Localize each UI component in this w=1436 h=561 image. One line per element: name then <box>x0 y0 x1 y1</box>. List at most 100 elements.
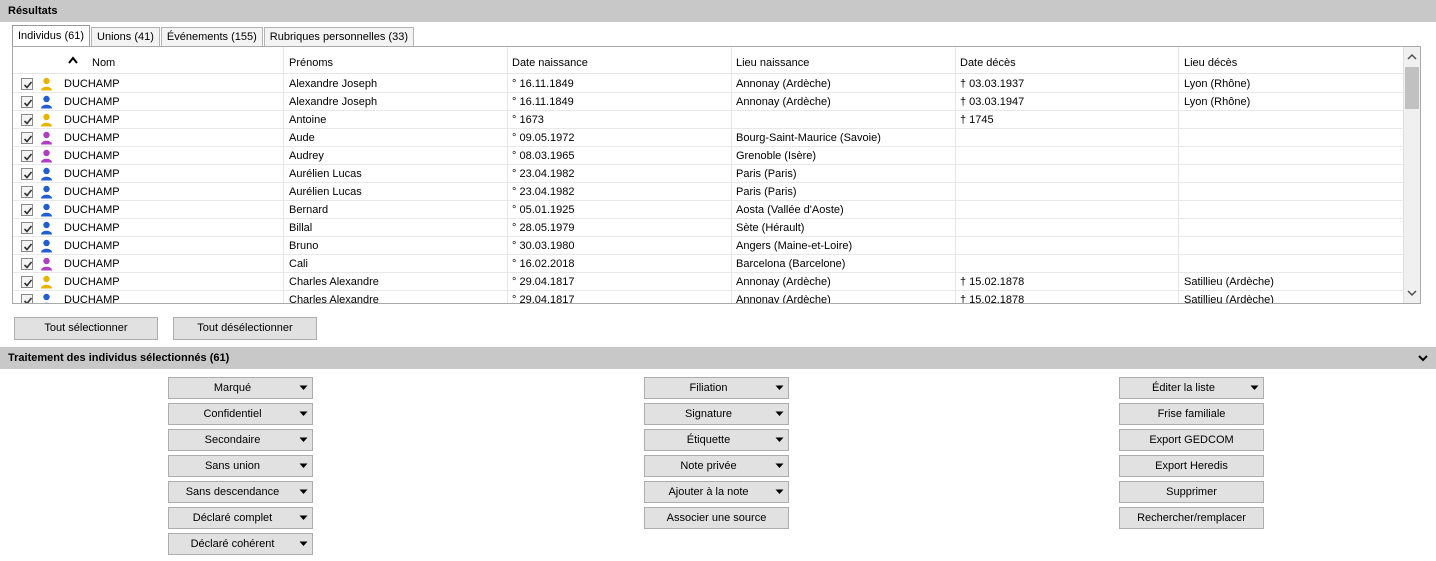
tab-individus[interactable]: Individus (61) <box>12 25 91 46</box>
cell-date-naissance: ° 09.05.1972 <box>512 132 575 144</box>
cell-lieu-naissance: Aosta (Vallée d'Aoste) <box>736 204 844 216</box>
cell-nom: DUCHAMP <box>64 132 120 144</box>
column-header-date-deces[interactable]: Date décès <box>960 57 1016 69</box>
table-row[interactable]: DUCHAMP Charles Alexandre ° 29.04.1817 Anno… <box>13 273 1403 291</box>
checkmark-icon <box>23 225 33 233</box>
cell-nom: DUCHAMP <box>64 222 120 234</box>
cell-nom: DUCHAMP <box>64 96 120 108</box>
person-male-icon <box>40 239 53 253</box>
signature-dropdown[interactable]: Signature <box>644 403 789 425</box>
supprimer-button[interactable]: Supprimer <box>1119 481 1264 503</box>
cell-nom: DUCHAMP <box>64 150 120 162</box>
row-checkbox[interactable] <box>21 132 33 144</box>
cell-lieu-naissance: Paris (Paris) <box>736 168 797 180</box>
deselect-all-button[interactable]: Tout désélectionner <box>173 317 317 340</box>
rechercher-remplacer-button[interactable]: Rechercher/remplacer <box>1119 507 1264 529</box>
note-privee-dropdown[interactable]: Note privée <box>644 455 789 477</box>
tab-evenements[interactable]: Événements (155) <box>160 27 263 47</box>
row-checkbox[interactable] <box>21 222 33 234</box>
row-checkbox[interactable] <box>21 168 33 180</box>
confidentiel-dropdown[interactable]: Confidentiel <box>168 403 313 425</box>
associer-une-source-button[interactable]: Associer une source <box>644 507 789 529</box>
button-label: Secondaire <box>204 434 261 446</box>
table-row[interactable]: DUCHAMP Bruno ° 30.03.1980 Angers (Maine-et… <box>13 237 1403 255</box>
marque-dropdown[interactable]: Marqué <box>168 377 313 399</box>
sort-ascending-icon[interactable] <box>68 56 78 64</box>
cell-date-naissance: ° 08.03.1965 <box>512 150 575 162</box>
row-checkbox[interactable] <box>21 204 33 216</box>
cell-lieu-deces: Lyon (Rhône) <box>1184 96 1251 108</box>
column-header-lieu-naissance[interactable]: Lieu naissance <box>736 57 809 69</box>
cell-date-naissance: ° 28.05.1979 <box>512 222 575 234</box>
sans-descendance-dropdown[interactable]: Sans descendance <box>168 481 313 503</box>
scroll-down-icon[interactable] <box>1407 289 1417 297</box>
button-label: Frise familiale <box>1157 408 1226 420</box>
tab-unions[interactable]: Unions (41) <box>91 27 160 47</box>
cell-prenoms: Cali <box>289 258 308 270</box>
row-checkbox[interactable] <box>21 96 33 108</box>
declare-complet-dropdown[interactable]: Déclaré complet <box>168 507 313 529</box>
editer-la-liste-dropdown[interactable]: Éditer la liste <box>1119 377 1264 399</box>
checkmark-icon <box>23 171 33 179</box>
vertical-scrollbar[interactable] <box>1403 47 1420 303</box>
cell-date-naissance: ° 30.03.1980 <box>512 240 575 252</box>
export-gedcom-button[interactable]: Export GEDCOM <box>1119 429 1264 451</box>
table-row[interactable]: DUCHAMP Aurélien Lucas ° 23.04.1982 Paris (… <box>13 165 1403 183</box>
dropdown-arrow-icon <box>775 489 784 494</box>
ajouter-a-la-note-dropdown[interactable]: Ajouter à la note <box>644 481 789 503</box>
table-row[interactable]: DUCHAMP Alexandre Joseph ° 16.11.1849 Annon… <box>13 93 1403 111</box>
table-row[interactable]: DUCHAMP Charles Alexandre ° 29.04.1817 Anno… <box>13 291 1403 303</box>
cell-date-deces: † 1745 <box>960 114 994 126</box>
secondaire-dropdown[interactable]: Secondaire <box>168 429 313 451</box>
row-checkbox[interactable] <box>21 78 33 90</box>
column-header-lieu-deces[interactable]: Lieu décès <box>1184 57 1237 69</box>
cell-date-naissance: ° 16.11.1849 <box>512 96 574 108</box>
column-header-nom[interactable]: Nom <box>92 57 115 69</box>
column-header-prenoms[interactable]: Prénoms <box>289 57 333 69</box>
button-label: Marqué <box>213 382 252 394</box>
dropdown-arrow-icon <box>1250 385 1259 390</box>
declare-coherent-dropdown[interactable]: Déclaré cohérent <box>168 533 313 555</box>
table-row[interactable]: DUCHAMP Audrey ° 08.03.1965 Grenoble (Isère… <box>13 147 1403 165</box>
chevron-down-icon[interactable] <box>1418 353 1428 363</box>
column-header-date-naissance[interactable]: Date naissance <box>512 57 588 69</box>
button-label: Signature <box>684 408 733 420</box>
select-all-button[interactable]: Tout sélectionner <box>14 317 158 340</box>
button-label: Déclaré cohérent <box>190 538 275 550</box>
treatment-header-title: Traitement des individus sélectionnés (6… <box>8 352 230 364</box>
cell-nom: DUCHAMP <box>64 78 120 90</box>
frise-familiale-button[interactable]: Frise familiale <box>1119 403 1264 425</box>
table-row[interactable]: DUCHAMP Aude ° 09.05.1972 Bourg-Saint-Mauri… <box>13 129 1403 147</box>
table-row[interactable]: DUCHAMP Aurélien Lucas ° 23.04.1982 Paris (… <box>13 183 1403 201</box>
row-checkbox[interactable] <box>21 240 33 252</box>
button-label: Export GEDCOM <box>1149 434 1234 446</box>
button-label: Filiation <box>689 382 728 394</box>
cell-prenoms: Aurélien Lucas <box>289 168 362 180</box>
table-row[interactable]: DUCHAMP Cali ° 16.02.2018 Barcelona (Barcel… <box>13 255 1403 273</box>
table-row[interactable]: DUCHAMP Billal ° 28.05.1979 Sète (Hérault) <box>13 219 1403 237</box>
person-male-icon <box>40 203 53 217</box>
cell-prenoms: Bernard <box>289 204 329 216</box>
table-row[interactable]: DUCHAMP Antoine ° 1673 † 1745 <box>13 111 1403 129</box>
row-checkbox[interactable] <box>21 258 33 270</box>
table-row[interactable]: DUCHAMP Alexandre Joseph ° 16.11.1849 Annon… <box>13 75 1403 93</box>
sans-union-dropdown[interactable]: Sans union <box>168 455 313 477</box>
tab-rubriques-personnelles[interactable]: Rubriques personnelles (33) <box>263 27 414 47</box>
dropdown-arrow-icon <box>299 411 308 416</box>
row-checkbox[interactable] <box>21 150 33 162</box>
person-male-icon <box>40 221 53 235</box>
export-heredis-button[interactable]: Export Heredis <box>1119 455 1264 477</box>
cell-lieu-naissance: Grenoble (Isère) <box>736 150 817 162</box>
etiquette-dropdown[interactable]: Étiquette <box>644 429 789 451</box>
cell-date-deces: † 03.03.1947 <box>960 96 1025 108</box>
scroll-up-icon[interactable] <box>1407 53 1417 61</box>
row-checkbox[interactable] <box>21 186 33 198</box>
button-label: Supprimer <box>1166 486 1217 498</box>
table-row[interactable]: DUCHAMP Bernard ° 05.01.1925 Aosta (Vallée … <box>13 201 1403 219</box>
filiation-dropdown[interactable]: Filiation <box>644 377 789 399</box>
row-checkbox[interactable] <box>21 276 33 288</box>
checkmark-icon <box>23 279 33 287</box>
row-checkbox[interactable] <box>21 114 33 126</box>
scrollbar-thumb[interactable] <box>1405 67 1419 109</box>
row-checkbox[interactable] <box>21 294 33 303</box>
